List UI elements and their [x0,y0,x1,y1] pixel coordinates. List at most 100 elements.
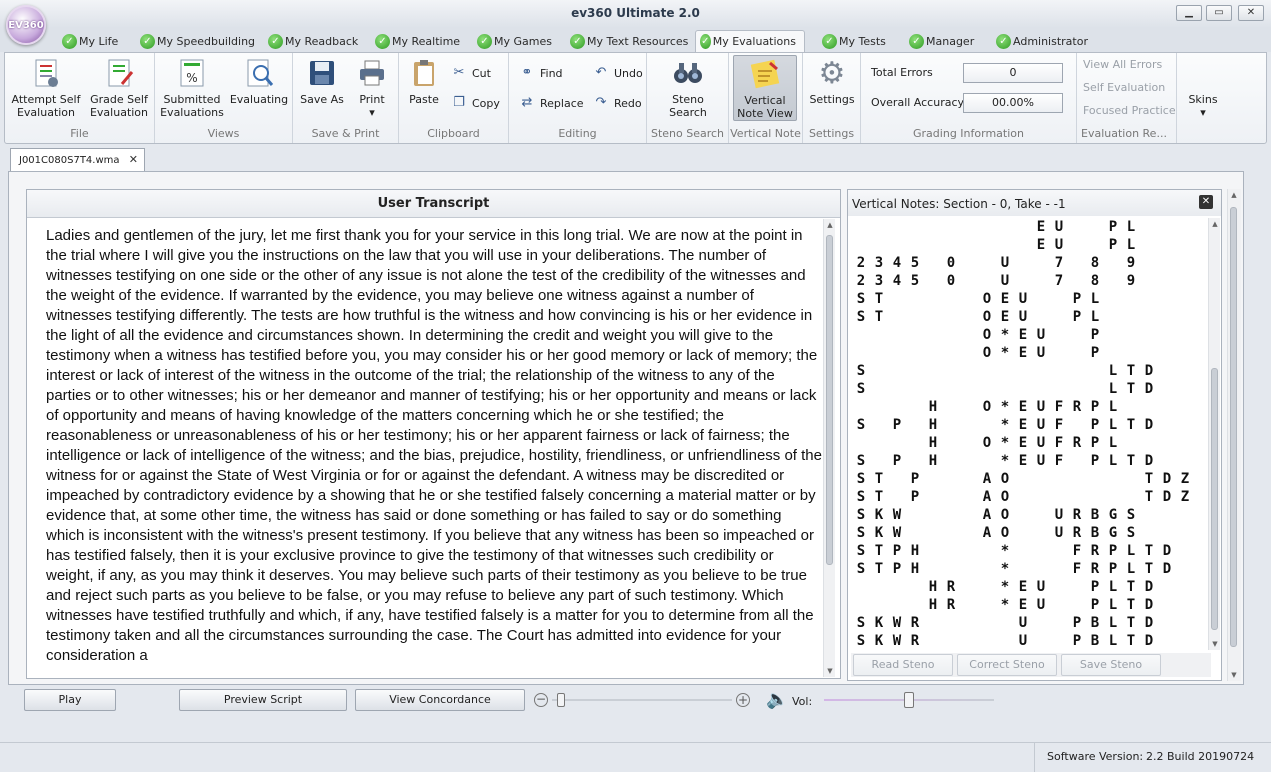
save-steno-button[interactable]: Save Steno [1061,654,1161,676]
close-icon[interactable]: ✕ [129,153,138,166]
steno-key: E [1000,291,1010,307]
skins-button[interactable]: Skins ▾ [1183,93,1223,119]
focused-practice-button[interactable]: Focused Practice [1083,104,1176,117]
attempt-self-evaluation-button[interactable]: Attempt Self Evaluation [11,57,81,119]
tab-my-tests[interactable]: ✓ My Tests [818,30,894,52]
steno-key: S [856,453,866,469]
steno-key: 0 [946,273,956,289]
steno-key: W [892,615,902,631]
tab-my-evaluations[interactable]: ✓ My Evaluations [695,30,805,52]
steno-key: T [874,291,884,307]
speed-slider[interactable] [552,693,732,707]
scroll-down-icon[interactable]: ▼ [824,665,836,677]
view-concordance-button[interactable]: View Concordance [355,689,525,711]
volume-slider-thumb[interactable] [904,692,914,708]
scroll-up-icon[interactable]: ▲ [1228,189,1240,201]
scroll-up-icon[interactable]: ▲ [1209,218,1221,230]
steno-key: L [1108,435,1118,451]
tab-my-text-resources[interactable]: ✓ My Text Resources [566,30,696,52]
vertical-note-view-button[interactable]: Vertical Note View [733,55,797,121]
print-button[interactable]: Print ▾ [349,57,395,119]
software-version-label: Software Version: [1047,750,1144,763]
steno-key: D [1144,381,1154,397]
steno-key: E [1018,597,1028,613]
steno-key: L [1108,579,1118,595]
scroll-thumb[interactable] [1230,207,1237,647]
close-button[interactable]: ✕ [1238,5,1264,21]
tab-administrator[interactable]: ✓ Administrator [992,30,1096,52]
preview-script-button[interactable]: Preview Script [179,689,347,711]
scroll-thumb[interactable] [1211,368,1218,630]
steno-key: G [1108,525,1118,541]
steno-key: 9 [1126,255,1136,271]
steno-key: A [982,471,992,487]
steno-key: D [1144,453,1154,469]
replace-button[interactable]: ⇄ Replace [519,95,584,111]
binoculars-icon [672,57,704,89]
steno-row: ST P AO TDZSTPAOTDZ [851,488,1206,506]
steno-key: * [1000,561,1010,577]
copy-button[interactable]: ❐ Copy [451,95,500,111]
speed-increase-icon[interactable]: + [736,693,750,707]
steno-search-button[interactable]: Steno Search [655,57,721,119]
svg-text:%: % [186,71,197,85]
save-as-button[interactable]: Save As [299,57,345,106]
tab-my-readback[interactable]: ✓ My Readback [264,30,366,52]
close-icon[interactable]: ✕ [1199,195,1213,209]
correct-steno-button[interactable]: Correct Steno [957,654,1057,676]
steno-key: R [1072,399,1082,415]
view-all-errors-button[interactable]: View All Errors [1083,58,1162,71]
steno-key: L [1108,615,1118,631]
replace-icon: ⇄ [521,95,533,110]
ribbon-group-grading-information: Total Errors 0 Overall Accuracy 00.00% G… [861,53,1077,143]
steno-row: SKW AO URBGS SKWAOURBGS [851,506,1206,524]
steno-key: S [856,381,866,397]
vertical-notes-steno[interactable]: EU PL EUPL EU PL EUPL2345 0 U 7 8 9 2345… [851,218,1206,648]
evaluating-button[interactable]: Evaluating [229,57,289,106]
cut-button[interactable]: ✂ Cut [451,65,491,81]
volume-slider[interactable] [824,692,994,708]
ribbon-group-views: % Submitted Evaluations Evaluating Views [155,53,293,143]
settings-button[interactable]: ⚙ Settings [807,57,857,106]
paste-button[interactable]: Paste [405,57,443,106]
ribbon-group-vertical-note: Vertical Note View Vertical Note [729,53,803,143]
scroll-down-icon[interactable]: ▼ [1228,669,1240,681]
scroll-up-icon[interactable]: ▲ [824,219,836,231]
steno-row: S LTD SLTD [851,380,1206,398]
app-logo[interactable]: EV360 [6,5,46,45]
document-tab[interactable]: J001C080S7T4.wma ✕ [10,148,145,171]
document-scrollbar[interactable]: ▲ ▼ [1227,189,1241,681]
steno-key: R [1090,561,1100,577]
tab-my-games[interactable]: ✓ My Games [473,30,560,52]
speed-slider-thumb[interactable] [557,693,565,707]
chevron-down-icon: ▾ [1200,106,1206,119]
steno-key: 2 [856,255,866,271]
steno-key: F [1054,435,1064,451]
steno-key: L [1108,597,1118,613]
read-steno-button[interactable]: Read Steno [853,654,953,676]
scroll-down-icon[interactable]: ▼ [1209,638,1221,650]
tab-manager[interactable]: ✓ Manager [905,30,982,52]
grade-self-evaluation-button[interactable]: Grade Self Evaluation [85,57,153,119]
tab-my-speedbuilding[interactable]: ✓ My Speedbuilding [136,30,263,52]
transcript-text[interactable]: Ladies and gentlemen of the jury, let me… [46,226,822,674]
maximize-button[interactable]: ▭ [1206,5,1232,21]
steno-key: 2 [856,273,866,289]
find-button[interactable]: ⚭ Find [519,65,563,81]
steno-key: P [1090,399,1100,415]
submitted-evaluations-button[interactable]: % Submitted Evaluations [159,57,225,119]
steno-key: Z [1180,471,1190,487]
self-evaluation-button[interactable]: Self Evaluation [1083,81,1165,94]
scroll-thumb[interactable] [826,235,833,565]
play-button[interactable]: Play [24,689,116,711]
tab-my-realtime[interactable]: ✓ My Realtime [371,30,468,52]
minimize-button[interactable]: ▁ [1176,5,1202,21]
ribbon-group-editing: ⚭ Find ⇄ Replace ↶ Undo ↷ Redo Editing [509,53,647,143]
speed-decrease-icon[interactable]: − [534,693,548,707]
undo-button[interactable]: ↶ Undo [593,65,643,81]
redo-button[interactable]: ↷ Redo [593,95,642,111]
transcript-scrollbar[interactable]: ▲ ▼ [823,219,835,677]
notes-scrollbar[interactable]: ▲ ▼ [1208,218,1220,650]
tab-my-life[interactable]: ✓ My Life [58,30,126,52]
magnifier-sheet-icon [243,57,275,89]
